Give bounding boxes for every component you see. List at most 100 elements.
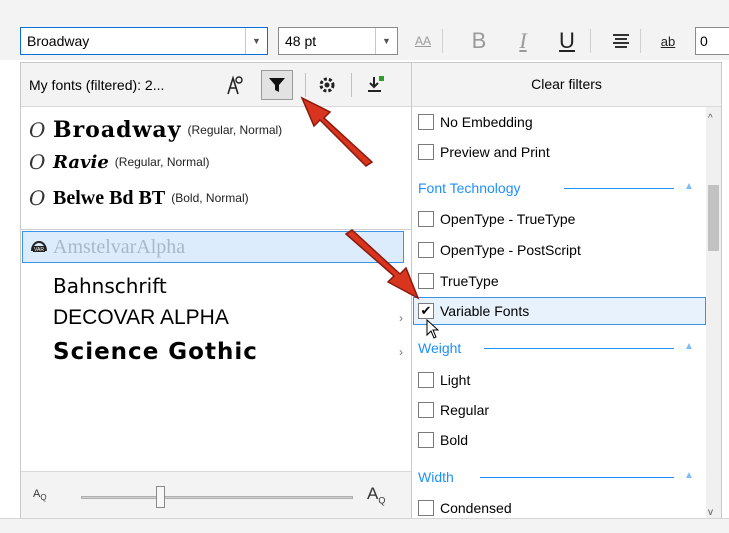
- filter-light[interactable]: Light: [418, 367, 470, 393]
- font-name: Science Gothic: [53, 339, 258, 365]
- large-preview-label: A: [367, 484, 379, 503]
- section-weight[interactable]: Weight: [418, 337, 461, 359]
- font-list-title: My fonts (filtered): 2...: [29, 77, 165, 93]
- char-offset-input[interactable]: 0: [695, 27, 729, 55]
- font-name: Broadway: [53, 117, 182, 143]
- text-align-icon[interactable]: [608, 27, 634, 55]
- font-item-science-gothic[interactable]: Science Gothic ›: [53, 337, 403, 367]
- toolbar-separator: [640, 29, 641, 53]
- large-preview-icon[interactable]: AQ: [367, 484, 385, 505]
- opentype-icon: O: [29, 186, 46, 210]
- annotation-arrow-icon: [344, 229, 420, 300]
- font-name: Ravie: [53, 151, 109, 173]
- checkbox[interactable]: [418, 500, 434, 516]
- filter-label: No Embedding: [440, 114, 533, 130]
- annotation-arrow-icon: [300, 96, 374, 167]
- filter-button[interactable]: [261, 70, 293, 100]
- filter-label: Preview and Print: [440, 144, 550, 160]
- filter-label: Light: [440, 372, 471, 388]
- font-style-desc: (Bold, Normal): [171, 191, 249, 205]
- filter-panel: Clear filters No Embedding Preview and P…: [412, 62, 722, 524]
- filter-label: OpenType - PostScript: [440, 242, 581, 258]
- font-style-desc: (Regular, Normal): [114, 155, 210, 169]
- clear-filters-button[interactable]: Clear filters: [412, 76, 721, 92]
- font-item-amstelvar[interactable]: VAR AmstelvarAlpha: [29, 232, 185, 262]
- opentype-icon: O: [29, 118, 46, 142]
- preview-size-track[interactable]: [81, 496, 353, 499]
- font-size-value: 48 pt: [285, 33, 317, 49]
- section-rule: [484, 348, 674, 349]
- section-title: Width: [418, 469, 454, 485]
- section-title: Font Technology: [418, 180, 521, 196]
- scroll-thumb[interactable]: [708, 185, 719, 251]
- checkbox[interactable]: [418, 114, 434, 130]
- collapse-icon[interactable]: ▲: [684, 341, 694, 352]
- filter-bold[interactable]: Bold: [418, 427, 468, 453]
- preview-size-bar: AQ AQ: [21, 471, 411, 523]
- font-item-decovar[interactable]: DECOVAR ALPHA ›: [53, 303, 403, 333]
- character-spacing-icon[interactable]: AA: [410, 27, 436, 55]
- char-offset-label: ab: [660, 33, 676, 49]
- section-rule: [480, 477, 674, 478]
- chevron-down-icon[interactable]: ▼: [245, 28, 267, 54]
- section-width[interactable]: Width: [418, 466, 454, 488]
- italic-button[interactable]: I: [510, 27, 536, 55]
- checkbox[interactable]: [418, 402, 434, 418]
- font-style-desc: (Regular, Normal): [187, 123, 283, 137]
- bold-button[interactable]: B: [466, 27, 492, 55]
- font-item-ravie[interactable]: O Ravie (Regular, Normal): [29, 147, 210, 177]
- font-name: Belwe Bd BT: [53, 186, 166, 209]
- section-font-technology[interactable]: Font Technology: [418, 177, 520, 199]
- italic-label: I: [519, 28, 527, 53]
- scroll-up-icon[interactable]: ^: [708, 113, 713, 124]
- toolbar-separator: [590, 29, 591, 53]
- filter-opentype-postscript[interactable]: OpenType - PostScript: [418, 237, 581, 263]
- character-spacing-label: AA: [414, 34, 431, 48]
- font-name: Bahnschrift: [53, 274, 167, 298]
- char-offset-icon: ab: [646, 27, 690, 55]
- font-search-icon[interactable]: [219, 70, 251, 100]
- checkbox[interactable]: [418, 144, 434, 160]
- svg-text:VAR: VAR: [34, 247, 44, 253]
- font-name-combo[interactable]: Broadway ▼: [20, 27, 268, 55]
- collapse-icon[interactable]: ▲: [684, 470, 694, 481]
- text-toolbar: Broadway ▼ 48 pt ▼ AA B I U ab 0: [0, 0, 729, 60]
- bold-label: B: [471, 28, 487, 53]
- font-item-bahnschrift[interactable]: Bahnschrift ›: [53, 271, 403, 301]
- filter-label: Bold: [440, 432, 469, 448]
- font-size-combo[interactable]: 48 pt ▼: [278, 27, 398, 55]
- filter-preview-print[interactable]: Preview and Print: [418, 139, 550, 165]
- checkbox[interactable]: [418, 372, 434, 388]
- preview-size-slider[interactable]: [156, 486, 165, 508]
- filter-label: Variable Fonts: [440, 303, 530, 319]
- font-item-broadway[interactable]: O Broadway (Regular, Normal): [29, 115, 282, 145]
- font-name: AmstelvarAlpha: [53, 235, 186, 258]
- section-title: Weight: [418, 340, 462, 356]
- underline-button[interactable]: U: [554, 27, 580, 55]
- funnel-icon: [269, 78, 285, 92]
- font-name: DECOVAR ALPHA: [53, 306, 229, 329]
- collapse-icon[interactable]: ▲: [684, 181, 694, 192]
- underline-label: U: [559, 28, 575, 53]
- checkbox[interactable]: [418, 211, 434, 227]
- filter-label: Condensed: [440, 500, 512, 516]
- filter-scrollbar[interactable]: ^ v: [706, 107, 721, 523]
- filter-no-embedding[interactable]: No Embedding: [418, 109, 533, 135]
- scroll-down-icon[interactable]: v: [708, 507, 713, 518]
- toolbar-separator: [442, 29, 443, 53]
- font-item-belwe[interactable]: O Belwe Bd BT (Bold, Normal): [29, 183, 249, 213]
- variable-font-icon: VAR: [29, 235, 53, 260]
- font-name-value: Broadway: [27, 33, 90, 49]
- docker-bottom-edge: [0, 518, 729, 533]
- filter-truetype[interactable]: TrueType: [418, 268, 499, 294]
- checkbox[interactable]: [418, 432, 434, 448]
- filter-opentype-truetype[interactable]: OpenType - TrueType: [418, 206, 575, 232]
- section-rule: [564, 188, 674, 189]
- chevron-right-icon[interactable]: ›: [399, 345, 403, 359]
- filter-label: OpenType - TrueType: [440, 211, 576, 227]
- opentype-icon: O: [29, 150, 46, 174]
- filter-label: Regular: [440, 402, 490, 418]
- chevron-down-icon[interactable]: ▼: [375, 28, 397, 54]
- filter-regular[interactable]: Regular: [418, 397, 489, 423]
- small-preview-icon[interactable]: AQ: [33, 488, 47, 502]
